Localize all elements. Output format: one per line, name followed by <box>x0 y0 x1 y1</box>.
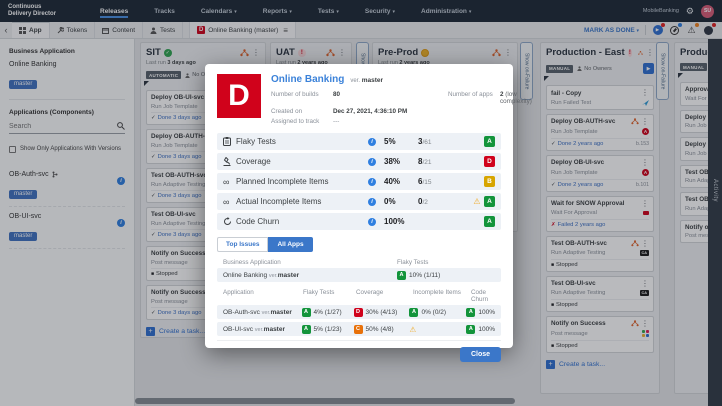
grade-badge: A <box>302 325 311 334</box>
warning-icon: ⚠ <box>470 197 484 206</box>
modal-version: ver. master <box>350 77 383 84</box>
all-apps-button[interactable]: All Apps <box>268 237 312 252</box>
field-value: 80 <box>333 91 448 105</box>
info-icon[interactable]: i <box>368 218 376 226</box>
business-app-table: Business Application Flaky Tests Online … <box>217 259 501 282</box>
app-logo-tile: D <box>217 74 261 118</box>
field-label: Number of apps <box>448 91 500 105</box>
infinity-icon: ∞ <box>223 177 236 187</box>
field-label: Number of builds <box>271 91 333 105</box>
info-icon[interactable]: i <box>368 198 376 206</box>
field-value: 2 (low complexity) <box>500 91 532 105</box>
metric-row-planned-incomplete: ∞ Planned Incomplete Items i 40% 6/15 B <box>217 173 501 190</box>
grade-badge: B <box>484 176 495 187</box>
grade-badge: C <box>354 325 363 334</box>
info-icon[interactable]: i <box>368 138 376 146</box>
grade-badge: A <box>302 308 311 317</box>
application-row[interactable]: OB-UI-svc ver.master A5% (1/23) C50% (4/… <box>217 322 501 336</box>
field-label: Created on <box>271 108 333 115</box>
business-app-metrics-modal: D Online Banking ver. master Number of b… <box>205 64 513 348</box>
field-value: --- <box>333 118 448 125</box>
business-app-row[interactable]: Online Banking ver.master A10% (1/11) <box>217 268 501 282</box>
metric-row-flaky-tests: Flaky Tests i 5% 3/61 A <box>217 133 501 150</box>
metric-row-coverage: Coverage i 38% 8/21 D <box>217 153 501 170</box>
code-churn-icon <box>223 217 236 226</box>
info-icon[interactable]: i <box>368 158 376 166</box>
metrics-list: Flaky Tests i 5% 3/61 A Coverage i 38% 8… <box>217 133 501 230</box>
info-icon[interactable]: i <box>368 178 376 186</box>
grade-badge: A <box>484 136 495 147</box>
metric-row-code-churn: Code Churn i 100% A <box>217 213 501 230</box>
grade-badge: A <box>397 271 406 280</box>
grade-badge: D <box>484 156 495 167</box>
view-switcher: Top Issues All Apps <box>217 237 501 252</box>
metric-row-actual-incomplete: ∞ Actual Incomplete Items i 0% 0/2 ⚠ A <box>217 193 501 210</box>
grade-badge: A <box>466 325 475 334</box>
grade-badge: D <box>354 308 363 317</box>
cdd-app: Continuous Delivery Director Releases Tr… <box>0 0 722 406</box>
grade-badge: A <box>484 196 495 207</box>
modal-app-title[interactable]: Online Banking <box>271 74 344 85</box>
grade-badge: A <box>466 308 475 317</box>
infinity-icon: ∞ <box>223 197 236 207</box>
applications-table: Application Flaky Tests Coverage Incompl… <box>217 289 501 336</box>
clipboard-icon <box>223 137 236 146</box>
warning-icon: ⚠ <box>409 325 416 334</box>
microscope-icon <box>223 157 236 166</box>
grade-badge: A <box>484 216 495 227</box>
close-button[interactable]: Close <box>460 347 501 362</box>
application-row[interactable]: OB-Auth-svc ver.master A4% (1/27) D30% (… <box>217 305 501 319</box>
top-issues-button[interactable]: Top Issues <box>217 237 268 252</box>
field-value: Dec 27, 2021, 4:36:10 PM <box>333 108 448 115</box>
grade-badge: A <box>409 308 418 317</box>
field-label: Assigned to track <box>271 118 333 125</box>
